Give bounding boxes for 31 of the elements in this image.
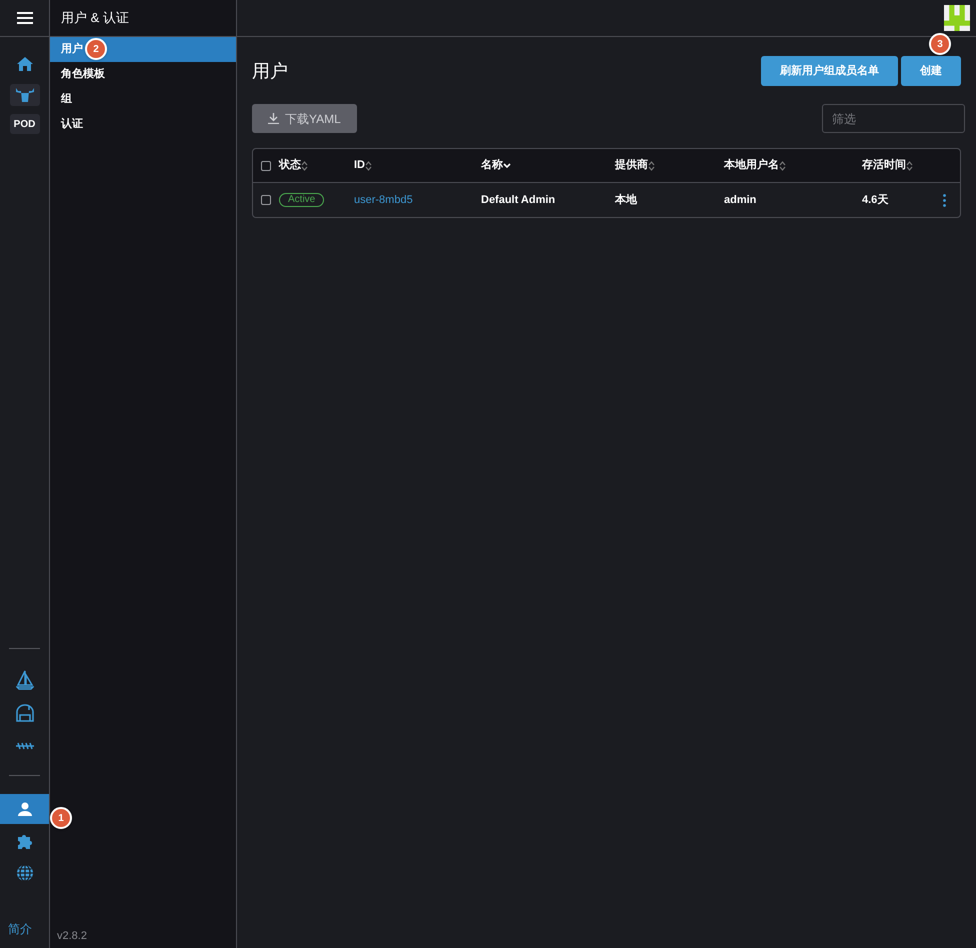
more-icon[interactable] <box>943 194 946 206</box>
cow-icon[interactable] <box>10 84 40 106</box>
avatar-icon[interactable] <box>944 4 970 32</box>
column-header[interactable]: 存活时间 <box>862 157 906 174</box>
menu-icon[interactable] <box>16 12 32 24</box>
nav-item[interactable]: 认证 <box>50 112 236 137</box>
table-cell-text: 本地 <box>615 192 637 208</box>
step-marker: 3 <box>929 33 951 55</box>
nav-item[interactable]: 角色模板 <box>50 62 236 87</box>
column-header[interactable]: 本地用户名 <box>724 157 779 174</box>
nav-item[interactable]: 组 <box>50 87 236 112</box>
user-icon[interactable] <box>0 794 49 824</box>
table-cell-text: admin <box>724 192 756 208</box>
download-icon <box>268 113 279 124</box>
user-id-link[interactable]: user-8mbd5 <box>354 192 413 208</box>
column-header[interactable]: ID <box>354 157 365 174</box>
page-title: 用户 & 认证 <box>61 9 129 28</box>
table-cell-text: Default Admin <box>481 192 556 208</box>
download-yaml-button[interactable]: 下载YAML <box>252 104 357 133</box>
about-link[interactable]: 简介 <box>0 920 49 948</box>
column-header[interactable]: 名称 <box>481 157 503 174</box>
filter-field[interactable]: 筛选 <box>822 104 965 133</box>
pod-button[interactable]: POD <box>10 114 40 134</box>
status-badge: Active <box>279 193 324 207</box>
table-cell-text: 4.6天 <box>862 192 888 208</box>
checkbox[interactable] <box>261 195 271 205</box>
column-header[interactable]: 状态 <box>279 157 301 174</box>
column-header[interactable]: 提供商 <box>615 157 648 174</box>
version-label: v2.8.2 <box>56 928 88 944</box>
checkbox[interactable] <box>261 160 271 170</box>
heading: 用户 <box>252 60 288 82</box>
